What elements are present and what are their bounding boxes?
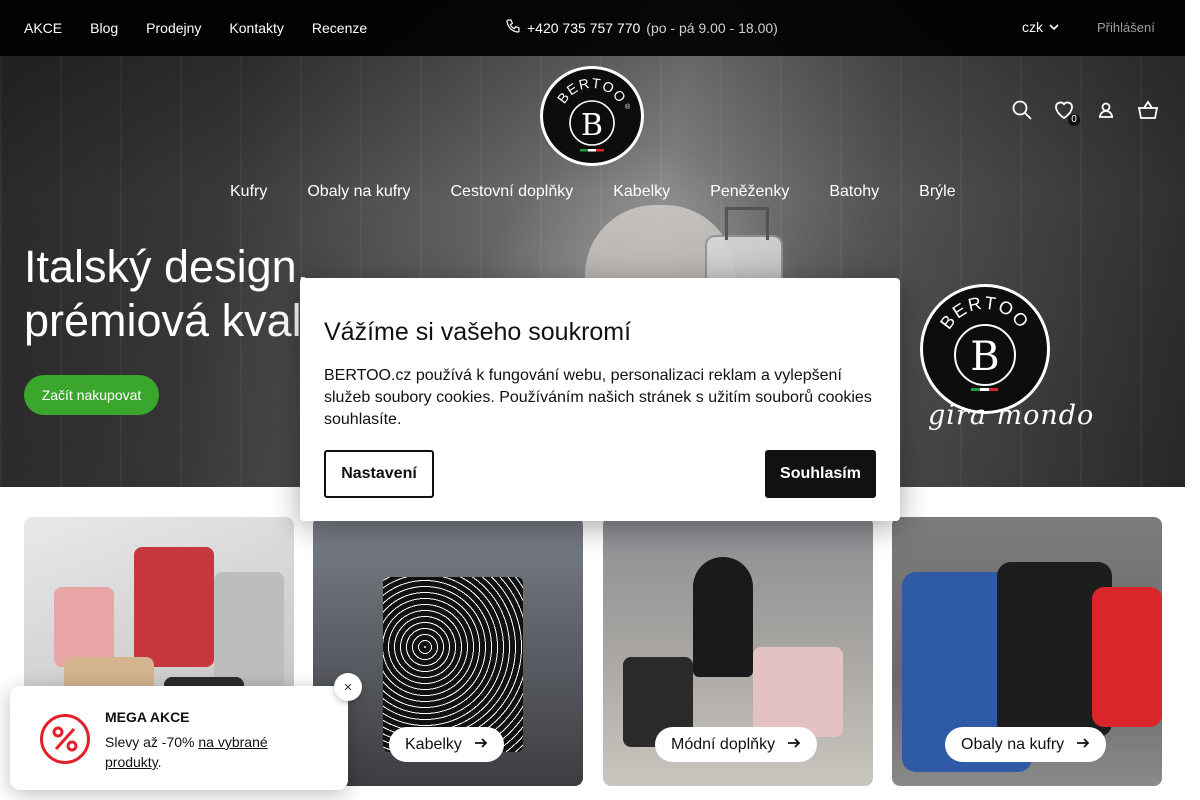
top-nav: AKCE Blog Prodejny Kontakty Recenze — [24, 20, 395, 36]
basket-icon[interactable] — [1136, 98, 1160, 122]
top-link-akce[interactable]: AKCE — [24, 20, 62, 36]
hero-brand-badge: BERTOO B — [920, 284, 1050, 414]
category-button-modni-doplnky[interactable]: Módní doplňky — [655, 727, 818, 762]
phone-contact[interactable]: +420 735 757 770 (po - pá 9.00 - 18.00) — [505, 18, 778, 37]
category-card-accessories[interactable]: Módní doplňky — [603, 517, 873, 786]
cookie-text: BERTOO.cz používá k fungování webu, pers… — [324, 367, 872, 428]
site-logo[interactable]: BERTOO ® B — [540, 66, 644, 166]
top-link-blog[interactable]: Blog — [90, 20, 118, 36]
heart-icon[interactable]: 0 — [1052, 98, 1080, 126]
arrow-right-icon — [1076, 736, 1090, 754]
currency-select[interactable]: czk — [1022, 19, 1059, 35]
category-card-suitcase-covers[interactable]: Obaly na kufry — [892, 517, 1162, 786]
header-actions: 0 — [1010, 98, 1160, 126]
promo-title: MEGA AKCE — [105, 709, 190, 725]
cookie-title: Vážíme si vašeho soukromí — [324, 318, 632, 346]
badge-brand-text: BERTOO — [936, 293, 1031, 333]
wishlist-count-badge: 0 — [1068, 114, 1080, 126]
arrow-right-icon — [474, 736, 488, 754]
close-icon[interactable]: ✕ — [334, 673, 362, 701]
hero-tagline: gira mondo — [928, 400, 1095, 431]
nav-penezenky[interactable]: Peněženky — [710, 183, 789, 201]
category-button-obaly-na-kufry[interactable]: Obaly na kufry — [945, 727, 1107, 762]
category-card-handbags[interactable]: Kabelky — [313, 517, 583, 786]
percent-icon — [40, 714, 90, 764]
nav-batohy[interactable]: Batohy — [829, 183, 879, 201]
phone-icon — [505, 18, 521, 37]
search-icon[interactable] — [1010, 98, 1034, 122]
nav-kabelky[interactable]: Kabelky — [613, 183, 670, 201]
chevron-down-icon — [1049, 19, 1059, 35]
svg-text:BERTOO: BERTOO — [936, 293, 1033, 333]
badge-mark: B — [970, 334, 999, 380]
registered-mark: ® — [625, 103, 631, 111]
nav-kufry[interactable]: Kufry — [230, 183, 267, 201]
currency-value: czk — [1022, 19, 1043, 35]
category-button-kabelky[interactable]: Kabelky — [389, 727, 504, 762]
login-link[interactable]: Přihlášení — [1097, 20, 1155, 35]
opening-hours: (po - pá 9.00 - 18.00) — [646, 19, 778, 36]
logo-mark: B — [581, 108, 603, 143]
promo-text: Slevy až -70% na vybrané produkty. — [105, 734, 268, 770]
main-nav: Kufry Obaly na kufry Cestovní doplňky Ka… — [230, 183, 996, 201]
promo-popup: MEGA AKCE Slevy až -70% na vybrané produ… — [10, 686, 348, 790]
nav-cestovni-doplnky[interactable]: Cestovní doplňky — [451, 183, 574, 201]
cookie-accept-button[interactable]: Souhlasím — [765, 450, 876, 498]
top-link-kontakty[interactable]: Kontakty — [229, 20, 283, 36]
nav-obaly-na-kufry[interactable]: Obaly na kufry — [307, 183, 410, 201]
top-bar: AKCE Blog Prodejny Kontakty Recenze +420… — [0, 0, 1185, 56]
handbag-image — [383, 577, 523, 752]
user-icon[interactable] — [1094, 98, 1118, 122]
cookie-settings-button[interactable]: Nastavení — [324, 450, 434, 498]
phone-number: +420 735 757 770 — [527, 19, 641, 36]
nav-bryle[interactable]: Brýle — [919, 183, 955, 201]
arrow-right-icon — [787, 736, 801, 754]
start-shopping-button[interactable]: Začít nakupovat — [24, 375, 159, 415]
top-link-prodejny[interactable]: Prodejny — [146, 20, 201, 36]
top-link-recenze[interactable]: Recenze — [312, 20, 367, 36]
cover-red-image — [1092, 587, 1162, 727]
